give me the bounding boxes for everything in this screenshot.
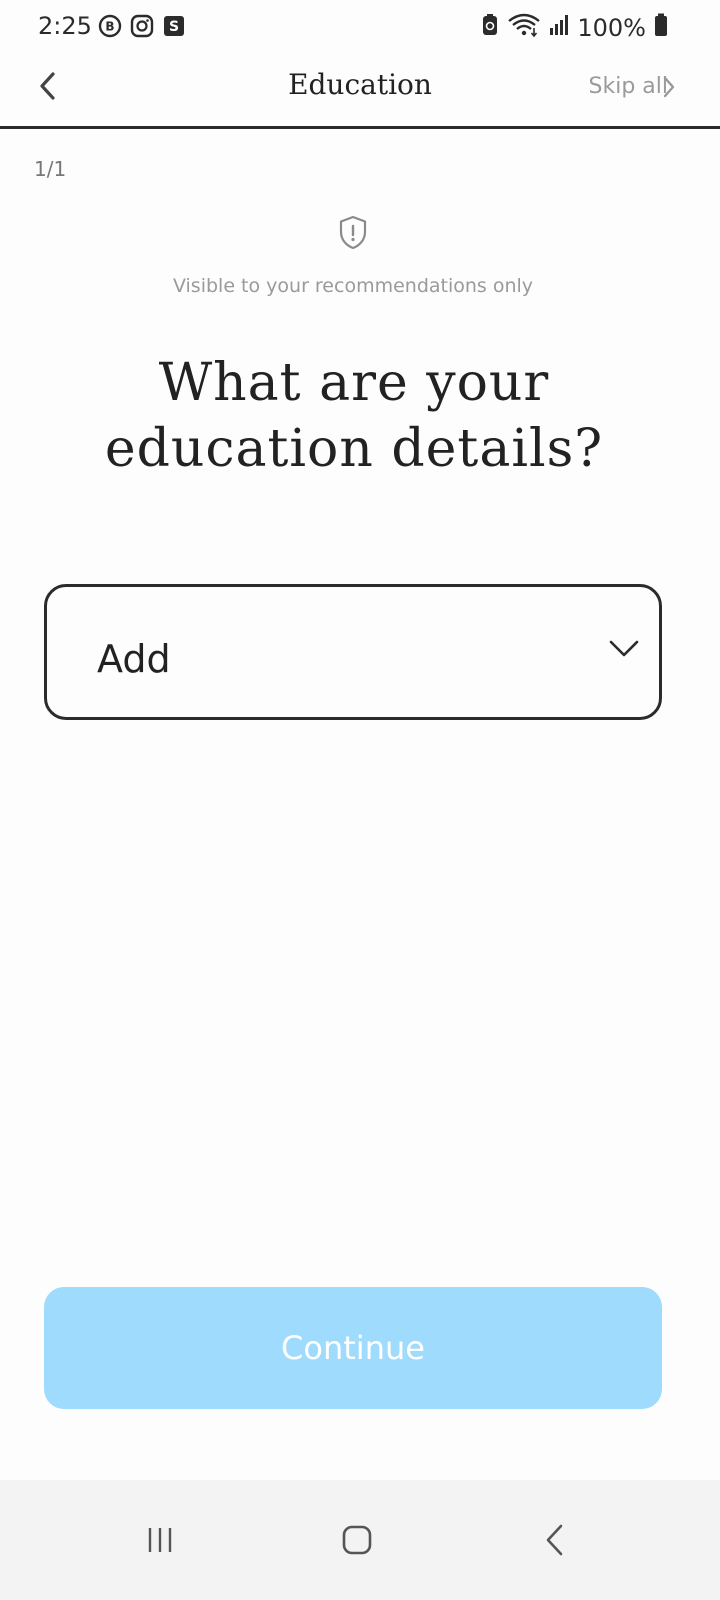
back-arrow-icon: [546, 1524, 563, 1556]
skip-all-button[interactable]: Skip all: [589, 74, 668, 99]
recent-apps-button[interactable]: [130, 1510, 190, 1570]
status-time: 2:25: [38, 12, 92, 40]
recent-apps-icon: [148, 1528, 172, 1552]
home-icon: [342, 1525, 372, 1555]
battery-saver-icon: [481, 13, 499, 42]
status-bar: 2:25 B S 100%: [0, 0, 720, 52]
b-messenger-icon: B: [98, 14, 122, 43]
continue-button[interactable]: Continue: [44, 1287, 662, 1409]
svg-text:B: B: [105, 20, 114, 34]
step-counter: 1/1: [34, 157, 67, 181]
continue-label: Continue: [281, 1329, 425, 1367]
question-line-1: What are your: [158, 353, 550, 413]
instagram-icon: [130, 14, 154, 43]
system-back-button[interactable]: [525, 1510, 585, 1570]
question-heading: What are your education details?: [40, 350, 668, 482]
shield-alert-icon: [338, 215, 368, 256]
question-line-2: education details?: [104, 419, 604, 479]
chevron-down-icon: [609, 639, 639, 664]
dropdown-value: Add: [97, 637, 171, 681]
wifi-icon: [507, 12, 541, 43]
chevron-right-icon[interactable]: [662, 74, 676, 105]
education-screen: 2:25 B S 100% Education Skip all 1/1 Vis…: [0, 0, 720, 1600]
status-right-icons: 100%: [481, 12, 668, 43]
system-nav-bar: [0, 1480, 720, 1600]
svg-text:S: S: [169, 19, 179, 35]
home-button[interactable]: [327, 1510, 387, 1570]
education-dropdown[interactable]: Add: [44, 584, 662, 720]
battery-icon: [654, 13, 668, 42]
skip-all-label: Skip all: [588, 74, 668, 99]
signal-icon: [549, 14, 569, 41]
battery-percentage: 100%: [577, 13, 646, 42]
visibility-note: Visible to your recommendations only: [172, 275, 534, 297]
status-left-icons: B S: [98, 14, 186, 43]
s-app-icon: S: [162, 14, 186, 43]
header: Education Skip all: [0, 52, 720, 129]
